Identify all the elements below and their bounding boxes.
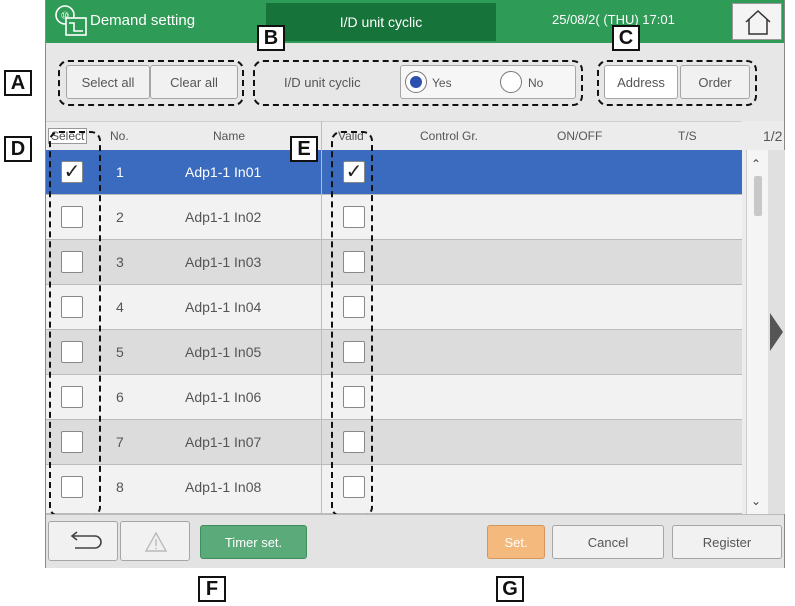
callout-e: E	[290, 136, 318, 162]
back-button[interactable]	[48, 521, 118, 561]
timer-set-button[interactable]: Timer set.	[200, 525, 307, 559]
scroll-thumb[interactable]	[754, 176, 762, 216]
callout-f: F	[198, 576, 226, 602]
table-row[interactable]: 2 Adp1-1 In02	[46, 195, 742, 240]
col-header-no: No.	[110, 129, 129, 143]
back-icon	[70, 531, 102, 549]
select-all-button[interactable]: Select all	[66, 65, 150, 99]
register-button[interactable]: Register	[672, 525, 782, 559]
row-name: Adp1-1 In07	[185, 434, 262, 450]
callout-d: D	[4, 136, 32, 162]
table-row[interactable]: 3 Adp1-1 In03	[46, 240, 742, 285]
scroll-up-icon[interactable]: ⌃	[751, 157, 761, 171]
triangle-right-icon	[770, 313, 783, 351]
col-header-ts: T/S	[678, 129, 697, 143]
cancel-button[interactable]: Cancel	[552, 525, 664, 559]
sort-order-button[interactable]: Order	[680, 65, 750, 99]
row-no: 2	[116, 209, 124, 225]
callout-a: A	[4, 70, 32, 96]
no-radio[interactable]	[500, 71, 522, 93]
row-name: Adp1-1 In04	[185, 299, 262, 315]
clear-all-button[interactable]: Clear all	[150, 65, 238, 99]
row-name: Adp1-1 In08	[185, 479, 262, 495]
table-header	[46, 121, 742, 149]
yes-radio[interactable]	[405, 71, 427, 93]
callout-c: C	[612, 25, 640, 51]
no-radio-label: No	[528, 76, 544, 90]
scroll-down-icon[interactable]: ⌄	[751, 494, 761, 508]
set-button[interactable]: Set.	[487, 525, 545, 559]
row-name: Adp1-1 In05	[185, 344, 262, 360]
valid-column-outline	[331, 131, 373, 517]
screen-title: Demand setting	[90, 12, 196, 29]
table-row[interactable]: 4 Adp1-1 In04	[46, 285, 742, 330]
row-no: 7	[116, 434, 124, 450]
table-row[interactable]: 5 Adp1-1 In05	[46, 330, 742, 375]
home-icon	[745, 9, 771, 35]
table-row[interactable]: 6 Adp1-1 In06	[46, 375, 742, 420]
select-column-outline	[49, 131, 101, 517]
row-name: Adp1-1 In06	[185, 389, 262, 405]
callout-g: G	[496, 576, 524, 602]
tab-id-unit-cyclic[interactable]: I/D unit cyclic	[266, 3, 496, 41]
row-no: 6	[116, 389, 124, 405]
row-no: 8	[116, 479, 124, 495]
next-page-button[interactable]	[768, 150, 785, 514]
demand-icon: ⑩	[54, 4, 88, 38]
row-no: 4	[116, 299, 124, 315]
row-no: 3	[116, 254, 124, 270]
row-name: Adp1-1 In02	[185, 209, 262, 225]
warning-icon	[144, 531, 168, 552]
callout-b: B	[257, 25, 285, 51]
row-name: Adp1-1 In01	[185, 164, 262, 180]
row-no: 5	[116, 344, 124, 360]
page-indicator: 1/2	[763, 128, 783, 144]
table-row[interactable]: 7 Adp1-1 In07	[46, 420, 742, 465]
alarm-button[interactable]	[120, 521, 190, 561]
row-no: 1	[116, 164, 124, 180]
row-name: Adp1-1 In03	[185, 254, 262, 270]
table-row[interactable]: 8 Adp1-1 In08	[46, 465, 742, 514]
column-divider	[321, 121, 322, 514]
col-header-onoff: ON/OFF	[557, 129, 603, 143]
table-row[interactable]: ✓ 1 Adp1-1 In01 ✓	[46, 150, 742, 195]
col-header-control-gr: Control Gr.	[420, 129, 479, 143]
cyclic-label: I/D unit cyclic	[284, 75, 361, 90]
col-header-name: Name	[213, 129, 246, 143]
sort-address-button[interactable]: Address	[604, 65, 678, 99]
yes-radio-label: Yes	[432, 76, 452, 90]
home-button[interactable]	[732, 3, 782, 40]
